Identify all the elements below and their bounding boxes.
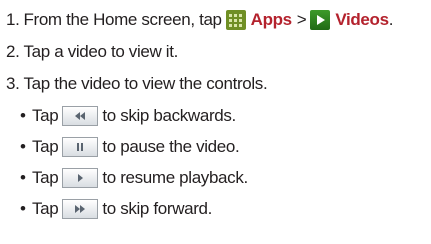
bullet-dot: • — [20, 167, 26, 187]
bullet-text: to skip forward. — [102, 198, 213, 218]
bullet-rewind: • Tap to skip backwards. — [6, 100, 428, 131]
bullet-dot: • — [20, 136, 26, 156]
bullet-dot: • — [20, 105, 26, 125]
step-3: 3. Tap the video to view the controls. — [6, 68, 428, 100]
step-text: From the Home screen, tap — [23, 10, 222, 29]
bullet-text: to skip backwards. — [102, 105, 236, 125]
bullet-text: to pause the video. — [102, 136, 240, 156]
videos-play-icon — [310, 10, 331, 30]
bullet-tap: Tap — [32, 198, 59, 218]
instructions: 1. From the Home screen, tap Apps > Vide… — [6, 4, 428, 224]
bullet-tap: Tap — [32, 105, 59, 125]
menu-separator: > — [296, 10, 307, 29]
step-text: Tap a video to view it. — [23, 42, 178, 61]
step-end: . — [388, 10, 394, 29]
bullet-dot: • — [20, 198, 26, 218]
step-number: 2. — [6, 42, 20, 61]
rewind-icon — [62, 105, 99, 126]
bullet-tap: Tap — [32, 167, 59, 187]
step-1: 1. From the Home screen, tap Apps > Vide… — [6, 4, 428, 36]
step-number: 1. — [6, 10, 20, 29]
step-2: 2. Tap a video to view it. — [6, 36, 428, 68]
bullet-play: • Tap to resume playback. — [6, 162, 428, 193]
bullet-tap: Tap — [32, 136, 59, 156]
play-icon — [62, 167, 99, 188]
apps-label: Apps — [250, 10, 292, 29]
bullet-pause: • Tap to pause the video. — [6, 131, 428, 162]
apps-grid-icon — [225, 10, 246, 30]
pause-icon — [62, 136, 99, 157]
bullet-forward: • Tap to skip forward. — [6, 193, 428, 224]
bullet-text: to resume playback. — [102, 167, 248, 187]
fast-forward-icon — [62, 198, 99, 219]
videos-label: Videos — [335, 10, 389, 29]
step-text: Tap the video to view the controls. — [23, 74, 268, 93]
step-number: 3. — [6, 74, 20, 93]
